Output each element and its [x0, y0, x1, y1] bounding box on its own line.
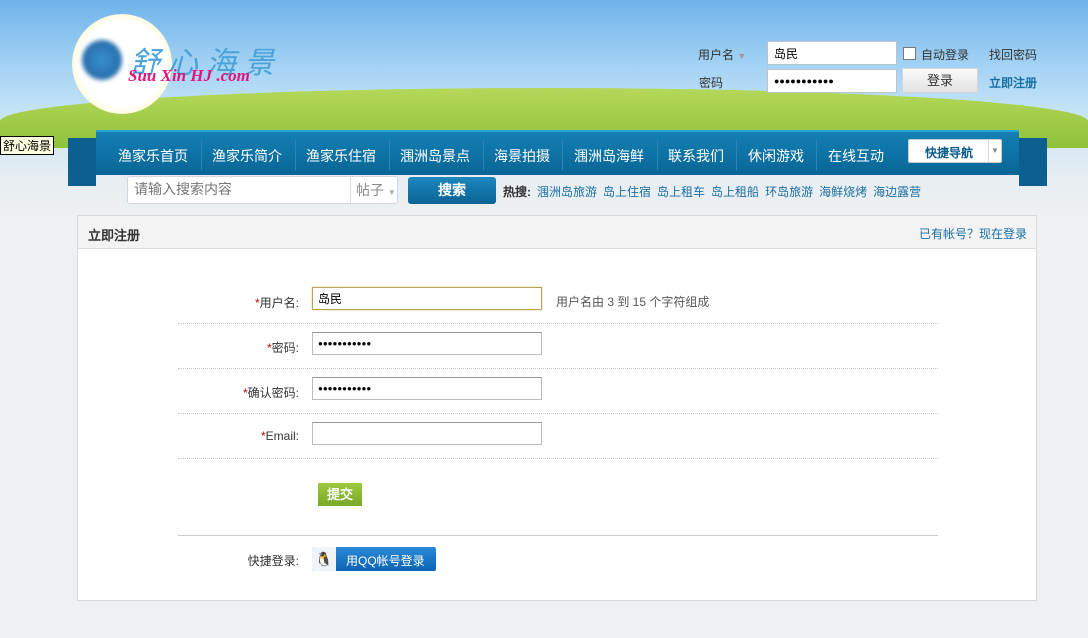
nav-item-attractions[interactable]: 涠洲岛景点 — [400, 146, 470, 166]
tooltip: 舒心海景 — [0, 136, 55, 155]
forgot-password-link[interactable]: 找回密码 — [989, 46, 1037, 63]
nav-item-seafood[interactable]: 涠洲岛海鲜 — [574, 146, 644, 166]
panel-header: 立即注册 已有帐号？现在登录 — [78, 216, 1036, 249]
label-text: 用户名: — [259, 296, 299, 310]
nav-separator — [657, 140, 658, 170]
nav-ribbon-left — [68, 138, 96, 186]
nav-item-lodging[interactable]: 渔家乐住宿 — [306, 146, 376, 166]
search-input[interactable] — [134, 181, 344, 197]
username-hint: 用户名由 3 到 15 个字符组成 — [556, 295, 710, 309]
label-text: 密码: — [271, 341, 299, 355]
search-button[interactable]: 搜索 — [408, 177, 496, 204]
nav-item-games[interactable]: 休闲游戏 — [748, 146, 804, 166]
chevron-down-icon: ▼ — [988, 140, 1001, 162]
search-type-value: 帖子 — [356, 182, 384, 198]
username-field-label: *用户名: — [178, 294, 299, 311]
nav-item-contact[interactable]: 联系我们 — [668, 146, 724, 166]
nav-separator — [562, 140, 563, 170]
quick-nav-label: 快捷导航 — [924, 146, 973, 160]
main-nav: 渔家乐首页 渔家乐简介 渔家乐住宿 涠洲岛景点 海景拍摄 涠洲岛海鲜 联系我们 … — [96, 130, 1019, 175]
qq-login-label: 用QQ帐号登录 — [346, 554, 425, 568]
label-text: Email: — [265, 429, 299, 443]
form-row-email: *Email: — [178, 414, 938, 459]
divider — [178, 535, 938, 536]
hot-link[interactable]: 岛上租船 — [711, 185, 759, 199]
hot-link[interactable]: 涠洲岛旅游 — [537, 185, 597, 199]
register-panel: 立即注册 已有帐号？现在登录 *用户名: 用户名由 3 到 15 个字符组成 *… — [77, 215, 1037, 601]
form-row-confirm-password: *确认密码: — [178, 369, 938, 414]
password-field[interactable] — [312, 332, 542, 355]
nav-item-photo[interactable]: 海景拍摄 — [494, 146, 550, 166]
qq-login-button[interactable]: 🐧 用QQ帐号登录 — [312, 547, 436, 571]
nav-ribbon-right — [1019, 138, 1047, 186]
login-password-input[interactable] — [767, 69, 897, 93]
panel-title: 立即注册 — [88, 228, 141, 243]
nav-separator — [201, 140, 202, 170]
label-text: 确认密码: — [247, 386, 299, 400]
quick-login-label: 快捷登录: — [247, 554, 299, 568]
nav-item-intro[interactable]: 渔家乐简介 — [212, 146, 282, 166]
logo-icon — [82, 40, 122, 80]
auto-login-label[interactable]: 自动登录 — [921, 46, 969, 63]
nav-separator — [816, 140, 817, 170]
email-field[interactable] — [312, 422, 542, 445]
submit-button[interactable]: 提交 — [318, 483, 362, 506]
login-now-link[interactable]: 已有帐号？现在登录 — [919, 225, 1027, 242]
confirm-password-field-label: *确认密码: — [178, 384, 299, 401]
nav-item-home[interactable]: 渔家乐首页 — [118, 146, 188, 166]
nav-separator — [295, 140, 296, 170]
nav-item-interaction[interactable]: 在线互动 — [828, 146, 884, 166]
register-link[interactable]: 立即注册 — [989, 74, 1037, 91]
nav-separator — [389, 140, 390, 170]
password-label: 密码 — [699, 76, 724, 90]
qq-penguin-icon: 🐧 — [312, 547, 336, 571]
logo-subtext: Suu Xin HJ .com — [128, 66, 250, 85]
username-field[interactable] — [312, 287, 542, 310]
hot-search-label: 热搜: — [503, 185, 531, 199]
username-label-text: 用户名 — [698, 48, 735, 62]
search-box: 帖子 ▼ — [127, 176, 398, 204]
confirm-password-field[interactable] — [312, 377, 542, 400]
nav-separator — [483, 140, 484, 170]
email-field-label: *Email: — [178, 429, 299, 443]
chevron-down-icon: ▼ — [737, 51, 747, 61]
login-username-input[interactable] — [767, 41, 897, 65]
nav-separator — [736, 140, 737, 170]
form-row-password: *密码: — [178, 324, 938, 369]
username-label[interactable]: 用户名 ▼ — [698, 46, 746, 63]
password-field-label: *密码: — [178, 339, 299, 356]
hot-link[interactable]: 海鲜烧烤 — [819, 185, 867, 199]
chevron-down-icon: ▼ — [387, 188, 396, 197]
auto-login-checkbox[interactable] — [903, 47, 916, 60]
quick-nav-button[interactable]: 快捷导航 ▼ — [908, 139, 1002, 163]
hot-link[interactable]: 海边露营 — [873, 185, 921, 199]
search-type-select[interactable]: 帖子 ▼ — [350, 177, 398, 203]
hot-link[interactable]: 岛上租车 — [657, 185, 705, 199]
hot-search: 热搜: 涠洲岛旅游 岛上住宿 岛上租车 岛上租船 环岛旅游 海鲜烧烤 海边露营 — [503, 183, 921, 200]
login-button[interactable]: 登录 — [902, 68, 978, 93]
hot-link[interactable]: 环岛旅游 — [765, 185, 813, 199]
form-row-username: *用户名: 用户名由 3 到 15 个字符组成 — [178, 279, 938, 324]
hot-link[interactable]: 岛上住宿 — [603, 185, 651, 199]
